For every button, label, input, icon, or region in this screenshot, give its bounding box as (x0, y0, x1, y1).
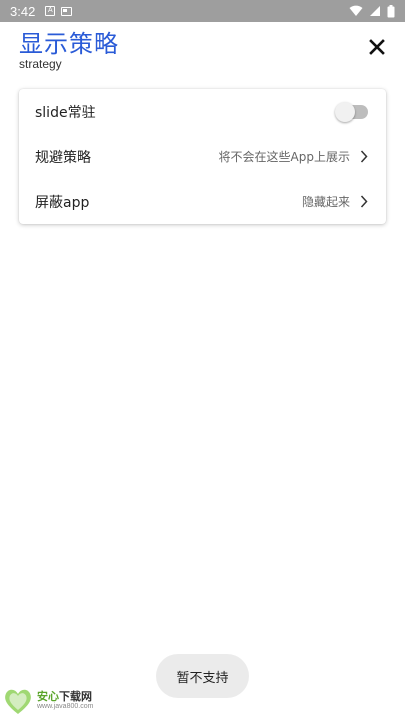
watermark-title: 安心下载网 (37, 688, 92, 704)
setting-right-avoid-strategy: 将不会在这些App上展示 (219, 148, 370, 165)
wifi-icon (349, 5, 363, 16)
chevron-right-icon (360, 150, 370, 164)
status-bar: 3:42 A (0, 0, 405, 22)
notification-message-icon (61, 6, 73, 16)
toast-message: 暂不支持 (156, 654, 249, 698)
setting-value-block-app: 隐藏起来 (301, 195, 350, 209)
setting-label-slide: slide常驻 (35, 104, 96, 121)
notification-a-icon: A (45, 6, 56, 16)
setting-right-block-app: 隐藏起来 (302, 193, 370, 210)
chevron-right-icon (360, 195, 370, 209)
watermark-title-green: 安心 (37, 690, 59, 703)
header: 显示策略 strategy (0, 22, 405, 78)
slide-toggle[interactable] (335, 101, 368, 122)
watermark-logo: 安心下载网 www.java800.com (2, 685, 112, 717)
setting-row-slide: slide常驻 (19, 89, 386, 134)
close-icon (369, 39, 385, 55)
page-subtitle: strategy (19, 57, 62, 71)
setting-label-block-app: 屏蔽app (35, 194, 90, 211)
settings-card: slide常驻 规避策略 将不会在这些App上展示 屏蔽app 隐藏起来 (19, 89, 386, 224)
status-right (349, 4, 395, 18)
close-button[interactable] (366, 36, 388, 58)
toggle-thumb (335, 101, 355, 122)
setting-control-slide (335, 101, 370, 122)
heart-logo-icon (5, 689, 31, 714)
watermark-title-dark: 下载网 (59, 690, 92, 703)
battery-icon (387, 4, 395, 17)
notification-icons: A (45, 6, 73, 16)
setting-row-block-app[interactable]: 屏蔽app 隐藏起来 (19, 179, 386, 224)
setting-value-avoid-strategy: 将不会在这些App上展示 (218, 150, 350, 164)
setting-row-avoid-strategy[interactable]: 规避策略 将不会在这些App上展示 (19, 134, 386, 179)
status-time: 3:42 (10, 3, 36, 19)
signal-icon (370, 6, 380, 16)
setting-label-avoid-strategy: 规避策略 (35, 149, 91, 166)
watermark-url: www.java800.com (37, 703, 94, 710)
page-title: 显示策略 (19, 30, 119, 58)
